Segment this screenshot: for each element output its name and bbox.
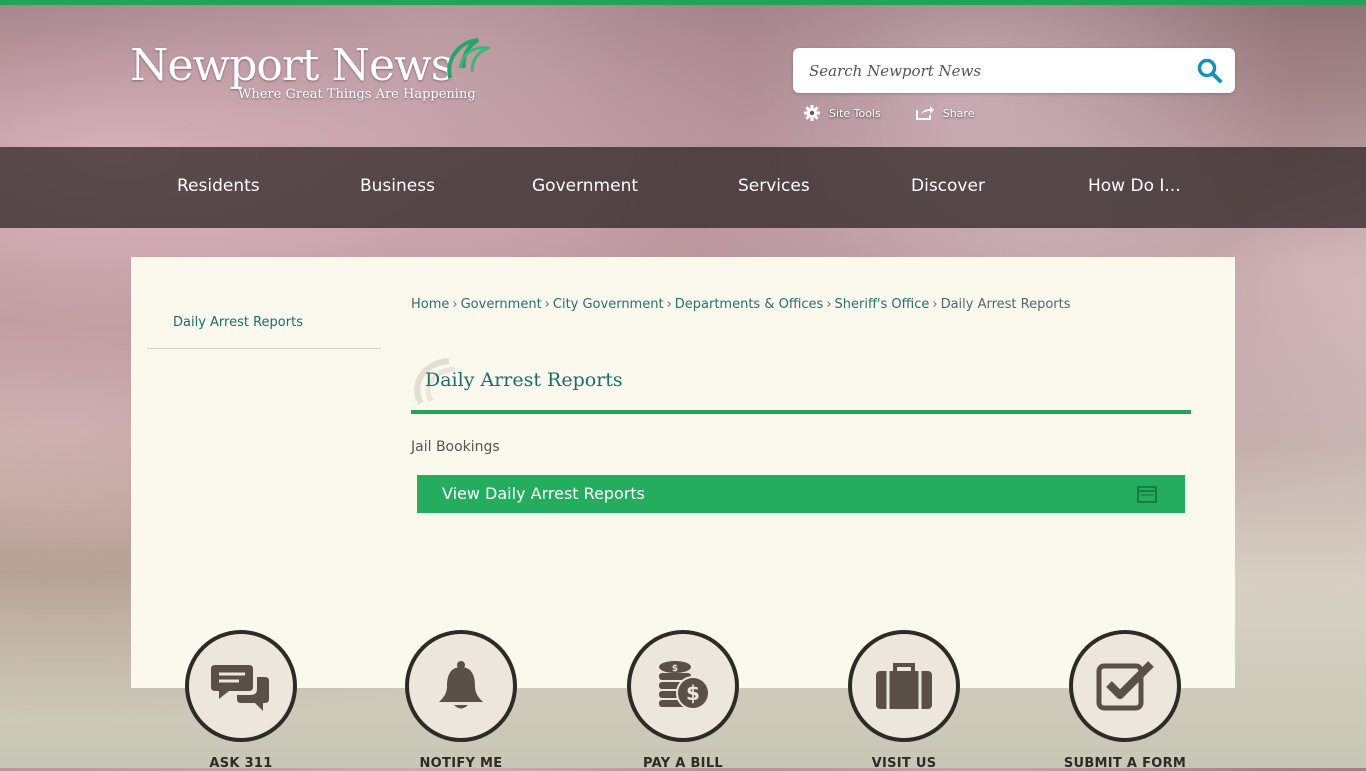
search-box [793,48,1235,93]
sidebar-item-label: Daily Arrest Reports [173,315,303,330]
breadcrumb-separator: › [666,297,672,312]
breadcrumb-separator: › [826,297,832,312]
nav-discover[interactable]: Discover [911,147,985,228]
nav-how-do-i[interactable]: How Do I... [1088,147,1181,228]
breadcrumb-separator: › [932,297,938,312]
breadcrumb-city-government[interactable]: City Government [553,297,664,312]
logo-tagline: Where Great Things Are Happening [238,87,476,102]
search-button[interactable] [1195,56,1225,86]
breadcrumb-government[interactable]: Government [461,297,542,312]
briefcase-icon [876,663,932,709]
quick-link-circle[interactable] [848,630,960,742]
chat-icon [211,665,269,711]
coins-icon: $ $ [659,661,710,710]
quick-link-submit-a-form[interactable]: SUBMIT A FORM [1050,630,1200,771]
page-title-bar: Daily Arrest Reports [411,352,1191,414]
quick-link-pay-a-bill[interactable]: $ $ PAY A BILL [608,630,758,771]
quick-link-visit-us[interactable]: VISIT US [829,630,979,771]
nav-business[interactable]: Business [360,147,435,228]
view-daily-arrest-reports-button[interactable]: View Daily Arrest Reports [417,475,1185,513]
site-logo[interactable]: Newport News Where Great Things Are Happ… [130,38,490,110]
quick-link-circle[interactable] [1069,630,1181,742]
bell-icon [439,661,483,709]
breadcrumb-home[interactable]: Home [411,297,449,312]
quick-link-label: NOTIFY ME [419,756,503,771]
page-title: Daily Arrest Reports [425,369,623,391]
quick-link-ask-311[interactable]: ASK 311 [166,630,316,771]
share-button[interactable]: Share [915,105,975,121]
breadcrumb-sheriffs-office[interactable]: Sheriff's Office [835,297,930,312]
share-label: Share [942,106,975,120]
main-navigation: Residents Business Government Services D… [0,147,1366,228]
quick-link-label: SUBMIT A FORM [1063,756,1187,771]
quick-link-label: ASK 311 [209,756,273,771]
quick-link-circle[interactable] [405,630,517,742]
logo-swoosh-icon [447,38,490,79]
quick-link-notify-me[interactable]: NOTIFY ME [386,630,536,771]
site-tools-button[interactable]: Site Tools [803,104,881,122]
breadcrumb-current: Daily Arrest Reports [940,297,1071,312]
calendar-icon [1137,486,1157,503]
quick-link-label: PAY A BILL [643,756,723,771]
logo-title: Newport News [130,40,453,91]
nav-services[interactable]: Services [738,147,810,228]
checkbox-icon [1096,661,1154,711]
breadcrumb-departments[interactable]: Departments & Offices [675,297,824,312]
quick-link-label: VISIT US [871,756,937,771]
search-icon [1197,58,1222,83]
share-icon [915,106,934,120]
button-label: View Daily Arrest Reports [442,484,646,503]
breadcrumb-separator: › [544,297,550,312]
svg-text:$: $ [686,681,700,705]
gear-icon [804,105,820,121]
section-label: Jail Bookings [411,439,500,455]
quick-link-circle[interactable]: $ $ [627,630,739,742]
header-tools: Site Tools Share [803,103,1008,123]
nav-government[interactable]: Government [532,147,638,228]
sidebar-item-daily-arrest-reports[interactable]: Daily Arrest Reports [147,307,381,349]
breadcrumb-separator: › [452,297,458,312]
quick-link-circle[interactable] [185,630,297,742]
svg-text:$: $ [672,664,678,674]
nav-residents[interactable]: Residents [177,147,260,228]
breadcrumb: Home › Government › City Government › Departme… [411,297,1071,312]
content-panel: Daily Arrest Reports Home › Government › Cit… [131,257,1235,688]
site-tools-label: Site Tools [829,106,881,120]
search-input[interactable] [793,48,1189,93]
